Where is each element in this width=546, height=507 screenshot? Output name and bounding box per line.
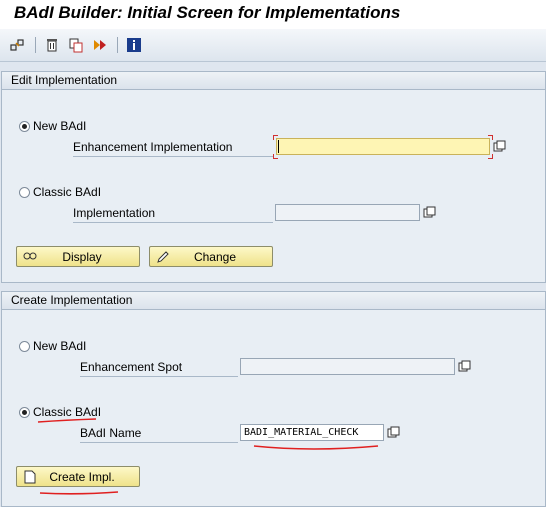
badi-name-label: BAdI Name	[80, 424, 238, 443]
rename-icon[interactable]	[92, 37, 108, 53]
implementation-input[interactable]	[275, 204, 420, 221]
edit-classic-badi-radio[interactable]	[19, 187, 30, 198]
pencil-icon	[154, 250, 172, 264]
value-help-icon[interactable]	[386, 425, 401, 440]
enhancement-spot-label: Enhancement Spot	[80, 358, 238, 377]
info-icon[interactable]	[126, 37, 142, 53]
annotation-underline	[39, 491, 119, 495]
create-new-badi-label: New BAdI	[33, 339, 87, 353]
value-help-icon[interactable]	[492, 139, 507, 154]
value-help-icon[interactable]	[457, 359, 472, 374]
edit-new-badi-label: New BAdI	[33, 119, 87, 133]
enhancement-implementation-input[interactable]	[276, 138, 490, 155]
create-impl-button[interactable]: Create Impl.	[16, 466, 140, 487]
edit-new-badi-radio[interactable]	[19, 121, 30, 132]
delete-icon[interactable]	[44, 37, 60, 53]
enhancement-implementation-label: Enhancement Implementation	[73, 138, 273, 157]
create-classic-badi-radio[interactable]	[19, 407, 30, 418]
annotation-underline	[253, 445, 379, 450]
application-toolbar	[0, 29, 546, 62]
focus-corner	[273, 154, 278, 159]
implementation-label: Implementation	[73, 204, 273, 223]
enhancement-spot-input[interactable]	[240, 358, 455, 375]
edit-classic-badi-label: Classic BAdI	[33, 185, 102, 199]
title-bar: BAdI Builder: Initial Screen for Impleme…	[0, 0, 546, 29]
display-icon	[21, 250, 39, 264]
change-button[interactable]: Change	[149, 246, 273, 267]
focus-corner	[488, 154, 493, 159]
value-help-icon[interactable]	[422, 205, 437, 220]
display-button[interactable]: Display	[16, 246, 140, 267]
create-implementation-header: Create Implementation	[2, 292, 545, 310]
text-cursor	[278, 140, 279, 153]
new-document-icon	[21, 470, 39, 484]
toolbar-separator	[35, 37, 36, 53]
create-new-badi-radio[interactable]	[19, 341, 30, 352]
badi-name-input[interactable]: BADI_MATERIAL_CHECK	[240, 424, 384, 441]
other-object-icon[interactable]	[9, 37, 25, 53]
toolbar-separator	[117, 37, 118, 53]
edit-implementation-header: Edit Implementation	[2, 72, 545, 90]
focus-corner	[273, 135, 278, 140]
window-title: BAdI Builder: Initial Screen for Impleme…	[14, 3, 401, 22]
copy-icon[interactable]	[68, 37, 84, 53]
